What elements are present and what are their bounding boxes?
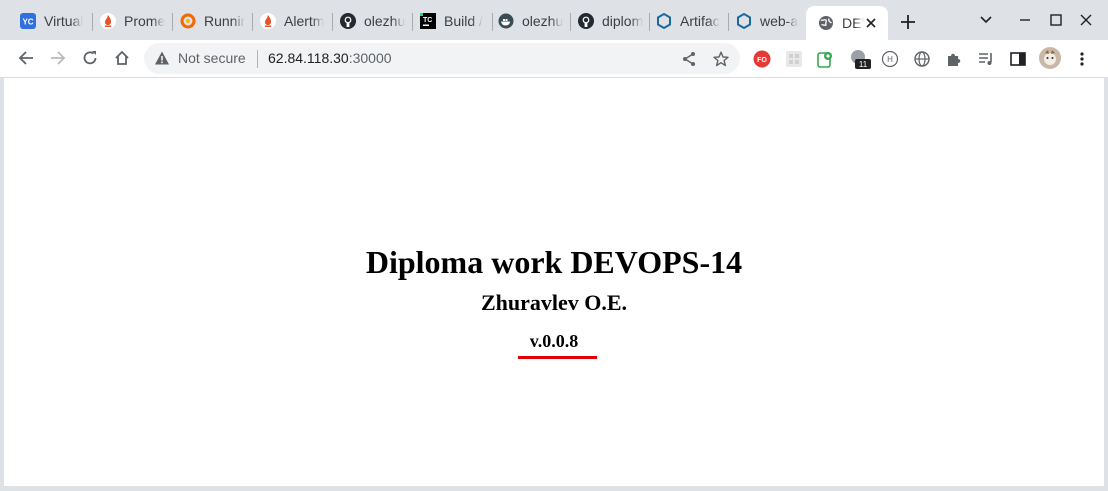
home-icon	[115, 50, 129, 65]
tab-title: Alertm	[284, 13, 325, 29]
tab-title: olezhu	[364, 13, 406, 29]
minimize-icon	[1020, 19, 1030, 21]
docker-icon	[498, 13, 514, 29]
tab-docker-olezhu[interactable]: olezhu	[486, 8, 570, 34]
profile-avatar[interactable]	[1039, 47, 1061, 69]
tab-title: diplom	[602, 13, 644, 29]
reload-button[interactable]	[75, 43, 105, 73]
browser-toolbar: Not secure 62.84.118.30:30000 FO 11 H	[0, 40, 1108, 78]
hexagon-icon	[656, 13, 672, 29]
tab-search-button[interactable]	[972, 6, 1000, 34]
maximize-icon	[1050, 14, 1062, 26]
svg-text:FO: FO	[757, 57, 767, 64]
tab-title: DEV	[842, 15, 864, 31]
tab-title: Artifac	[680, 13, 720, 29]
yandex-cloud-icon: YC	[20, 13, 36, 29]
svg-text:H: H	[887, 55, 893, 64]
tab-title: web-a	[760, 13, 799, 29]
forward-button[interactable]	[43, 43, 73, 73]
version-label: v.0.0.8	[529, 331, 579, 351]
security-status-label[interactable]: Not secure	[178, 50, 246, 66]
prometheus-icon	[260, 13, 276, 29]
media-queue-icon[interactable]	[976, 49, 996, 69]
svg-text:YC: YC	[22, 18, 33, 27]
close-icon	[1080, 14, 1092, 26]
page-title: Diploma work DEVOPS-14	[365, 244, 743, 280]
minimize-button[interactable]	[1011, 6, 1039, 34]
tab-title: Prome	[124, 13, 166, 29]
back-button[interactable]	[11, 43, 41, 73]
reload-icon	[83, 51, 97, 65]
teamcity-icon: TC	[420, 13, 436, 29]
tab-github-olezhu[interactable]: olezhu	[328, 8, 412, 34]
plus-icon	[901, 15, 915, 29]
svg-text:11: 11	[859, 60, 868, 69]
close-icon[interactable]	[862, 14, 880, 32]
tab-alertmanager[interactable]: Alertm	[248, 8, 332, 34]
warning-triangle-icon[interactable]	[154, 50, 170, 71]
github-icon	[340, 13, 356, 29]
tab-devops-active[interactable]: DEV	[806, 6, 888, 40]
version-underline	[518, 356, 597, 359]
grafana-icon	[180, 13, 196, 29]
url-port: :30000	[348, 50, 392, 66]
extension-pin-icon[interactable]	[816, 49, 836, 69]
tab-teamcity[interactable]: TC Build /	[408, 8, 492, 34]
svg-text:TC: TC	[423, 17, 432, 24]
tab-title: Runnir	[204, 13, 246, 29]
extension-grid-icon[interactable]	[784, 49, 804, 69]
extension-badge-icon[interactable]: 11	[848, 49, 874, 69]
page-viewport: Diploma work DEVOPS-14 Zhuravlev O.E. v.…	[4, 78, 1104, 486]
share-icon[interactable]	[679, 49, 699, 69]
address-bar[interactable]: Not secure 62.84.118.30:30000	[144, 43, 740, 74]
url-text[interactable]: 62.84.118.30:30000	[268, 50, 392, 66]
puzzle-icon[interactable]	[944, 49, 964, 69]
tab-title: Virtual	[44, 13, 84, 29]
omnibox-divider	[257, 50, 258, 68]
arrow-left-icon	[18, 51, 33, 65]
tab-title: olezhu	[522, 13, 564, 29]
tab-title: Build /	[444, 13, 483, 29]
github-icon	[578, 13, 594, 29]
tab-virtual[interactable]: YC Virtual	[8, 8, 92, 34]
prometheus-icon	[100, 13, 116, 29]
hexagon-icon	[736, 13, 752, 29]
close-window-button[interactable]	[1072, 6, 1100, 34]
tab-web-app[interactable]: web-a	[724, 8, 806, 34]
bookmark-star-icon[interactable]	[711, 49, 731, 69]
side-panel-icon[interactable]	[1008, 49, 1028, 69]
tab-github-diplom[interactable]: diplom	[566, 8, 650, 34]
more-menu-icon[interactable]	[1072, 49, 1092, 69]
maximize-button[interactable]	[1042, 6, 1070, 34]
extension-globe-icon[interactable]	[912, 49, 932, 69]
tab-prometheus[interactable]: Prome	[88, 8, 172, 34]
home-button[interactable]	[107, 43, 137, 73]
extension-h-icon[interactable]: H	[880, 49, 900, 69]
tab-strip: YC Virtual Prome Runnir Alertm olezhu TC	[0, 0, 1108, 40]
arrow-right-icon	[51, 51, 66, 65]
url-host: 62.84.118.30	[268, 50, 349, 66]
tab-grafana[interactable]: Runnir	[168, 8, 252, 34]
extension-fo-icon[interactable]: FO	[752, 49, 772, 69]
chevron-down-icon	[980, 16, 992, 24]
new-tab-button[interactable]	[896, 10, 920, 34]
author-name: Zhuravlev O.E.	[480, 290, 628, 315]
tab-artifact[interactable]: Artifac	[644, 8, 728, 34]
globe-icon	[818, 15, 834, 31]
